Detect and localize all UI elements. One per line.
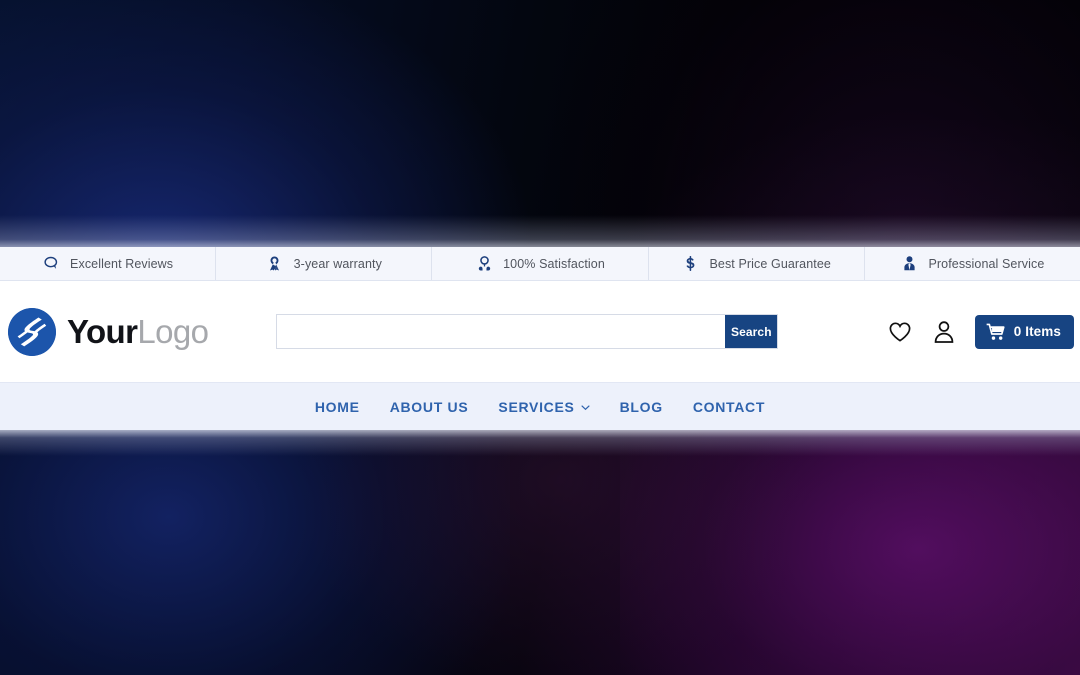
user-icon	[933, 320, 955, 344]
trust-item-label: Best Price Guarantee	[709, 256, 831, 271]
nav-item-home[interactable]: HOME	[300, 399, 375, 415]
trust-item-label: 100% Satisfaction	[503, 256, 605, 271]
trust-item-label: Excellent Reviews	[70, 256, 174, 271]
backdrop-top-sheen	[0, 215, 1080, 249]
site-header: YourLogo Search 0 Items	[0, 281, 1080, 382]
ribbon-icon	[266, 255, 284, 273]
trust-item-label: 3-year warranty	[293, 256, 382, 271]
trust-item-reviews[interactable]: Excellent Reviews	[0, 247, 217, 280]
search-button[interactable]: Search	[725, 315, 778, 348]
nav-item-services[interactable]: SERVICES	[483, 399, 604, 415]
nav-item-label: ABOUT US	[389, 398, 469, 415]
dollar-sign-icon	[681, 255, 699, 273]
shopping-cart-icon	[986, 323, 1006, 341]
nav-item-label: HOME	[314, 398, 360, 415]
trust-item-satisfaction[interactable]: 100% Satisfaction	[432, 247, 649, 280]
page-root: Excellent Reviews 3-year warranty 100% S…	[0, 0, 1080, 675]
logo-text-bold: Your	[67, 313, 138, 350]
backdrop-bottom-mid-glow	[300, 430, 820, 675]
trust-item-label: Professional Service	[928, 256, 1045, 271]
nav-item-about-us[interactable]: ABOUT US	[375, 399, 484, 415]
top-trust-bar: Excellent Reviews 3-year warranty 100% S…	[0, 247, 1080, 281]
trust-item-professional-service[interactable]: Professional Service	[865, 247, 1080, 280]
backdrop-top-blue-glow	[0, 0, 530, 249]
account-button[interactable]	[931, 319, 957, 345]
logo-text-light: Logo	[137, 313, 209, 350]
nav-item-blog[interactable]: BLOG	[605, 399, 678, 415]
search-bar: Search	[276, 314, 779, 349]
nav-item-contact[interactable]: CONTACT	[678, 399, 780, 415]
award-medal-icon	[475, 255, 493, 273]
nav-item-label: CONTACT	[692, 398, 766, 415]
trust-item-warranty[interactable]: 3-year warranty	[216, 247, 433, 280]
hero-backdrop-top	[0, 0, 1080, 249]
nav-item-label: SERVICES	[498, 398, 575, 415]
backdrop-bottom-sheen	[0, 430, 1080, 456]
comment-icon	[42, 255, 60, 273]
trust-item-best-price[interactable]: Best Price Guarantee	[649, 247, 865, 280]
site-logo[interactable]: YourLogo	[8, 307, 209, 356]
heart-icon	[888, 321, 912, 343]
chevron-down-icon	[581, 403, 590, 412]
swirl-logo-icon	[8, 307, 56, 356]
cart-label: 0 Items	[1013, 324, 1061, 339]
user-tie-icon	[900, 255, 918, 273]
logo-text: YourLogo	[67, 313, 209, 350]
wishlist-button[interactable]	[887, 319, 913, 345]
search-input[interactable]	[277, 315, 726, 348]
cart-button[interactable]: 0 Items	[974, 314, 1074, 349]
main-navigation: HOME ABOUT US SERVICES BLOG CONTACT	[0, 382, 1080, 430]
header-actions: 0 Items	[887, 314, 1074, 349]
hero-backdrop-bottom	[0, 430, 1080, 675]
nav-item-label: BLOG	[619, 398, 663, 415]
